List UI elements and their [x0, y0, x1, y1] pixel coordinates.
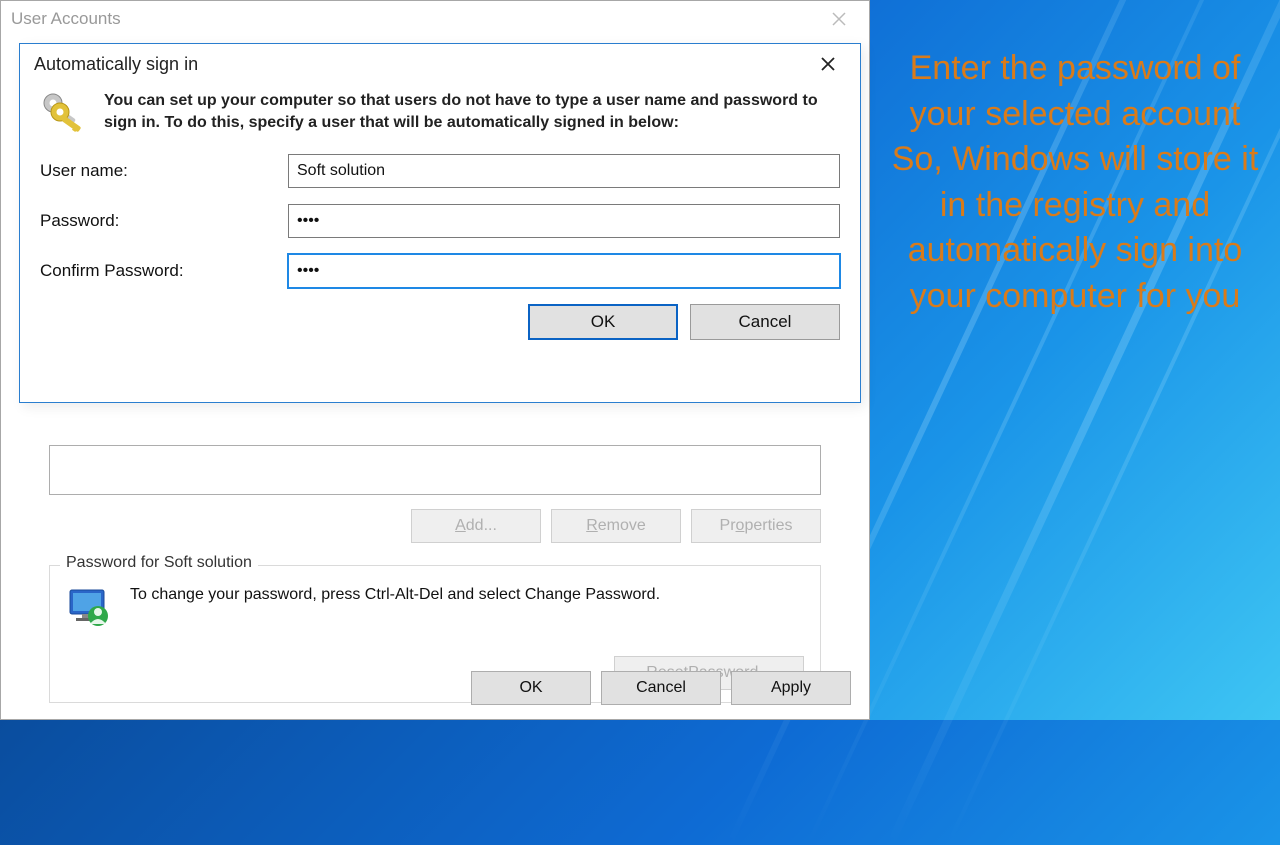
auto-signin-titlebar: Automatically sign in: [20, 44, 860, 84]
close-icon[interactable]: [819, 5, 859, 33]
username-label: User name:: [40, 161, 288, 181]
intro-text: You can set up your computer so that use…: [104, 90, 840, 138]
password-input[interactable]: [288, 204, 840, 238]
group-legend: Password for Soft solution: [60, 554, 258, 572]
auto-signin-dialog: Automatically sign in: [19, 43, 861, 403]
user-monitor-icon: [66, 584, 114, 632]
close-icon[interactable]: [806, 50, 850, 78]
properties-button: Properties: [691, 509, 821, 543]
confirm-password-input[interactable]: [288, 254, 840, 288]
cancel-button[interactable]: Cancel: [690, 304, 840, 340]
user-accounts-title: User Accounts: [11, 9, 121, 29]
parent-cancel-button[interactable]: Cancel: [601, 671, 721, 705]
user-list-area: [49, 445, 821, 495]
parent-ok-button[interactable]: OK: [471, 671, 591, 705]
parent-apply-button[interactable]: Apply: [731, 671, 851, 705]
confirm-label: Confirm Password:: [40, 261, 288, 281]
user-accounts-dialog: User Accounts Add... Remove Properties P…: [0, 0, 870, 720]
group-text: To change your password, press Ctrl-Alt-…: [130, 584, 660, 632]
keys-icon: [40, 90, 88, 138]
password-label: Password:: [40, 211, 288, 231]
username-input[interactable]: [288, 154, 840, 188]
ok-button[interactable]: OK: [528, 304, 678, 340]
add-button: Add...: [411, 509, 541, 543]
user-accounts-titlebar: User Accounts: [1, 1, 869, 37]
remove-button: Remove: [551, 509, 681, 543]
instruction-text: Enter the password of your selected acco…: [890, 46, 1260, 319]
auto-signin-title: Automatically sign in: [34, 54, 198, 75]
